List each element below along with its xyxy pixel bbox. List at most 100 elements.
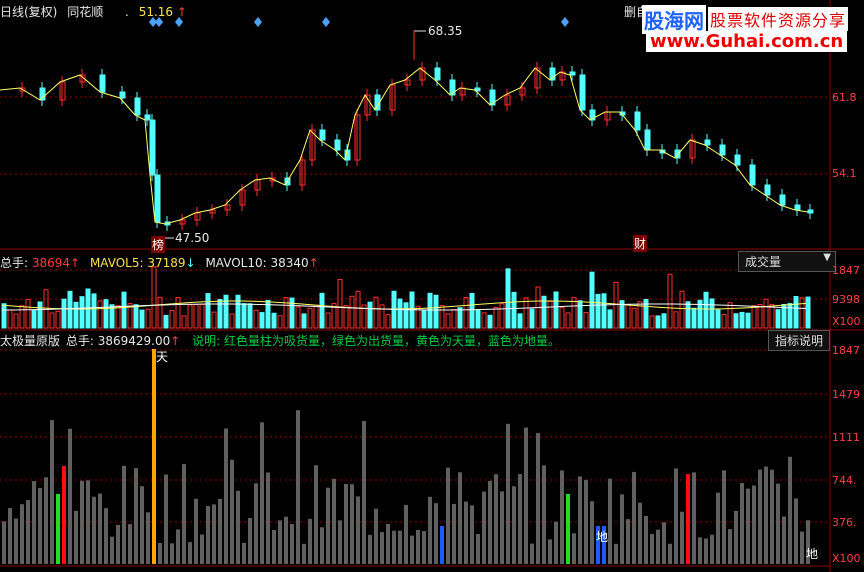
indicator-bar bbox=[626, 519, 630, 564]
event-marker[interactable]: 榜 bbox=[151, 236, 166, 253]
indicator-axis-label: 376. bbox=[832, 516, 857, 529]
indicator-bar bbox=[686, 474, 690, 564]
volume-bar bbox=[325, 312, 331, 329]
indicator-bar bbox=[356, 496, 360, 564]
indicator-help-button[interactable]: 指标说明 bbox=[768, 330, 831, 351]
indicator-bar bbox=[290, 524, 294, 564]
volume-bar bbox=[547, 300, 553, 329]
volume-bar bbox=[163, 314, 169, 329]
mavol10-label: MAVOL10: bbox=[205, 256, 271, 270]
volume-bar bbox=[289, 297, 295, 329]
indicator-bar bbox=[650, 534, 654, 564]
indicator-bar bbox=[338, 520, 342, 564]
volume-bar bbox=[61, 298, 67, 329]
indicator-bar bbox=[92, 496, 96, 564]
volume-bar bbox=[385, 314, 391, 329]
volume-bar bbox=[349, 295, 355, 329]
volume-bar bbox=[613, 281, 619, 329]
indicator-bar bbox=[56, 494, 60, 564]
indicator-bar bbox=[398, 530, 402, 564]
volume-bar bbox=[589, 271, 595, 329]
candle-body bbox=[154, 174, 161, 223]
volume-bar bbox=[715, 309, 721, 329]
indicator-bar bbox=[278, 520, 282, 564]
diamond-icon bbox=[322, 17, 330, 27]
period-label[interactable]: 日线(复权) bbox=[0, 5, 57, 19]
indicator-bar bbox=[662, 522, 666, 564]
volume-bar bbox=[577, 300, 583, 329]
indicator-axis-label: 1111 bbox=[832, 431, 860, 444]
indicator-bar bbox=[704, 538, 708, 564]
candle-body bbox=[634, 111, 641, 131]
indicator-bar bbox=[20, 504, 24, 564]
indicator-bar bbox=[200, 534, 204, 564]
volume-bar bbox=[97, 300, 103, 329]
mavol5-label: MAVOL5: bbox=[89, 256, 148, 270]
price-prefix: . bbox=[125, 5, 129, 19]
diamond-icon bbox=[254, 17, 262, 27]
indicator-bar bbox=[476, 534, 480, 564]
stock-name: 同花顺 bbox=[67, 5, 104, 19]
indicator-bar bbox=[698, 537, 702, 564]
indicator-bar bbox=[218, 498, 222, 564]
arrow-down-icon: ↓ bbox=[185, 256, 196, 270]
volume-bar bbox=[49, 312, 55, 329]
candle-body bbox=[144, 114, 151, 121]
volume-bar bbox=[469, 292, 475, 329]
indicator-bar bbox=[266, 472, 270, 564]
candle-body bbox=[779, 194, 786, 206]
volume-bar bbox=[421, 309, 427, 329]
indicator-bar bbox=[494, 474, 498, 564]
indicator-bar bbox=[80, 480, 84, 564]
volume-bar bbox=[655, 315, 661, 329]
indicator-bar bbox=[560, 470, 564, 564]
volume-axis-label: 9398 bbox=[832, 293, 860, 306]
indicator-bar bbox=[470, 505, 474, 564]
indicator-bar bbox=[482, 491, 486, 564]
indicator-bar bbox=[272, 529, 276, 564]
indicator-bar bbox=[752, 485, 756, 564]
volume-bar bbox=[679, 290, 685, 329]
indicator-bar bbox=[134, 468, 138, 564]
volume-bar bbox=[55, 310, 61, 329]
indicator-bar bbox=[86, 480, 90, 564]
indicator-bar bbox=[320, 527, 324, 564]
chart-canvas[interactable] bbox=[0, 0, 864, 572]
indicator-bar bbox=[770, 469, 774, 564]
volume-bar bbox=[763, 298, 769, 329]
indicator-bar bbox=[632, 471, 636, 564]
indicator-bar bbox=[26, 500, 30, 564]
current-price: 51.16 bbox=[138, 5, 174, 19]
ground-volume-label: 地 bbox=[806, 547, 819, 561]
indicator-bar bbox=[314, 465, 318, 564]
volume-bar bbox=[169, 310, 175, 329]
indicator-bar bbox=[506, 423, 510, 564]
volume-bar bbox=[595, 293, 601, 329]
volume-bar bbox=[727, 302, 733, 329]
indicator-bar bbox=[14, 518, 18, 564]
volume-bar bbox=[559, 307, 565, 329]
indicator-bar bbox=[668, 543, 672, 564]
indicator-name: 太极量原版 bbox=[0, 334, 61, 348]
indicator-bar bbox=[332, 478, 336, 564]
volume-axis-label: 1847 bbox=[832, 264, 860, 277]
indicator-bar bbox=[428, 496, 432, 564]
indicator-bar bbox=[512, 486, 516, 564]
volume-bar bbox=[211, 311, 217, 329]
volume-bar bbox=[481, 312, 487, 329]
volume-bar bbox=[283, 297, 289, 329]
volume-bar bbox=[157, 296, 163, 329]
volume-bar bbox=[103, 299, 109, 329]
indicator-bar bbox=[446, 467, 450, 564]
indicator-bar bbox=[728, 529, 732, 564]
candle-body bbox=[749, 164, 756, 186]
indicator-bar bbox=[308, 518, 312, 564]
indicator-dropdown[interactable]: 成交量 ▼ bbox=[738, 251, 836, 272]
volume-bar bbox=[433, 294, 439, 329]
volume-bar bbox=[139, 309, 145, 329]
event-marker[interactable]: 财 bbox=[633, 235, 648, 252]
indicator-bar bbox=[614, 543, 618, 564]
indicator-bar bbox=[362, 421, 366, 564]
indicator-bar bbox=[296, 410, 300, 564]
indicator-bar bbox=[794, 498, 798, 564]
